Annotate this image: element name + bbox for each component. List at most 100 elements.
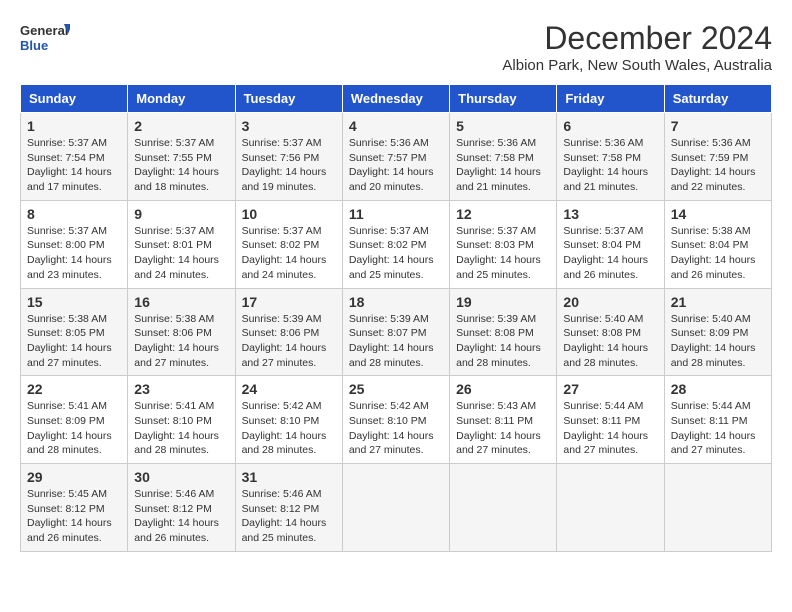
calendar-cell: 17 Sunrise: 5:39 AM Sunset: 8:06 PM Dayli… [235, 288, 342, 376]
day-info: Sunrise: 5:39 AM Sunset: 8:06 PM Dayligh… [242, 312, 336, 371]
day-number: 28 [671, 381, 765, 397]
day-header-monday: Monday [128, 85, 235, 113]
day-header-friday: Friday [557, 85, 664, 113]
calendar-cell: 3Sunrise: 5:37 AM Sunset: 7:56 PM Daylig… [235, 113, 342, 201]
day-info: Sunrise: 5:46 AM Sunset: 8:12 PM Dayligh… [242, 487, 336, 546]
calendar-cell: 2Sunrise: 5:37 AM Sunset: 7:55 PM Daylig… [128, 113, 235, 201]
calendar-cell: 28 Sunrise: 5:44 AM Sunset: 8:11 PM Dayli… [664, 376, 771, 464]
calendar-cell: 4 Sunrise: 5:36 AM Sunset: 7:57 PM Daylig… [342, 113, 449, 201]
calendar-cell: 12Sunrise: 5:37 AM Sunset: 8:03 PM Dayli… [450, 200, 557, 288]
calendar-cell: 21 Sunrise: 5:40 AM Sunset: 8:09 PM Dayli… [664, 288, 771, 376]
calendar-cell: 15 Sunrise: 5:38 AM Sunset: 8:05 PM Dayli… [21, 288, 128, 376]
calendar-cell: 31 Sunrise: 5:46 AM Sunset: 8:12 PM Dayli… [235, 464, 342, 552]
calendar-cell: 9Sunrise: 5:37 AM Sunset: 8:01 PM Daylig… [128, 200, 235, 288]
calendar-cell [664, 464, 771, 552]
calendar-row-4: 22Sunrise: 5:41 AM Sunset: 8:09 PM Dayli… [21, 376, 772, 464]
day-number: 17 [242, 294, 336, 310]
calendar-cell: 14Sunrise: 5:38 AM Sunset: 8:04 PM Dayli… [664, 200, 771, 288]
day-number: 16 [134, 294, 228, 310]
calendar-cell: 22Sunrise: 5:41 AM Sunset: 8:09 PM Dayli… [21, 376, 128, 464]
day-info: Sunrise: 5:44 AM Sunset: 8:11 PM Dayligh… [671, 399, 765, 458]
day-number: 19 [456, 294, 550, 310]
day-number: 10 [242, 206, 336, 222]
calendar-cell: 16 Sunrise: 5:38 AM Sunset: 8:06 PM Dayli… [128, 288, 235, 376]
day-info: Sunrise: 5:38 AM Sunset: 8:06 PM Dayligh… [134, 312, 228, 371]
day-info: Sunrise: 5:46 AM Sunset: 8:12 PM Dayligh… [134, 487, 228, 546]
day-info: Sunrise: 5:36 AM Sunset: 7:59 PM Dayligh… [671, 136, 765, 195]
day-header-thursday: Thursday [450, 85, 557, 113]
day-info: Sunrise: 5:37 AM Sunset: 7:55 PM Dayligh… [134, 136, 228, 195]
calendar-cell: 27 Sunrise: 5:44 AM Sunset: 8:11 PM Dayli… [557, 376, 664, 464]
day-info: Sunrise: 5:37 AM Sunset: 8:02 PM Dayligh… [349, 224, 443, 283]
logo-svg: General Blue [20, 20, 70, 60]
calendar-title: December 2024 [502, 20, 772, 57]
day-info: Sunrise: 5:40 AM Sunset: 8:08 PM Dayligh… [563, 312, 657, 371]
calendar-cell [342, 464, 449, 552]
calendar-row-5: 29Sunrise: 5:45 AM Sunset: 8:12 PM Dayli… [21, 464, 772, 552]
calendar-cell: 29Sunrise: 5:45 AM Sunset: 8:12 PM Dayli… [21, 464, 128, 552]
calendar-cell: 25Sunrise: 5:42 AM Sunset: 8:10 PM Dayli… [342, 376, 449, 464]
day-info: Sunrise: 5:37 AM Sunset: 7:54 PM Dayligh… [27, 136, 121, 195]
svg-text:General: General [20, 23, 68, 38]
day-number: 5 [456, 118, 550, 134]
day-number: 21 [671, 294, 765, 310]
day-info: Sunrise: 5:37 AM Sunset: 8:04 PM Dayligh… [563, 224, 657, 283]
day-info: Sunrise: 5:36 AM Sunset: 7:57 PM Dayligh… [349, 136, 443, 195]
day-number: 30 [134, 469, 228, 485]
calendar-cell: 30 Sunrise: 5:46 AM Sunset: 8:12 PM Dayli… [128, 464, 235, 552]
day-number: 24 [242, 381, 336, 397]
day-header-wednesday: Wednesday [342, 85, 449, 113]
day-info: Sunrise: 5:42 AM Sunset: 8:10 PM Dayligh… [242, 399, 336, 458]
day-number: 20 [563, 294, 657, 310]
day-number: 12 [456, 206, 550, 222]
day-info: Sunrise: 5:43 AM Sunset: 8:11 PM Dayligh… [456, 399, 550, 458]
calendar-row-3: 15 Sunrise: 5:38 AM Sunset: 8:05 PM Dayli… [21, 288, 772, 376]
day-info: Sunrise: 5:36 AM Sunset: 7:58 PM Dayligh… [563, 136, 657, 195]
header-row: SundayMondayTuesdayWednesdayThursdayFrid… [21, 85, 772, 113]
calendar-cell: 24 Sunrise: 5:42 AM Sunset: 8:10 PM Dayli… [235, 376, 342, 464]
calendar-table: SundayMondayTuesdayWednesdayThursdayFrid… [20, 84, 772, 552]
day-number: 29 [27, 469, 121, 485]
day-info: Sunrise: 5:41 AM Sunset: 8:10 PM Dayligh… [134, 399, 228, 458]
day-header-saturday: Saturday [664, 85, 771, 113]
calendar-cell: 6 Sunrise: 5:36 AM Sunset: 7:58 PM Daylig… [557, 113, 664, 201]
calendar-cell: 5 Sunrise: 5:36 AM Sunset: 7:58 PM Daylig… [450, 113, 557, 201]
day-number: 27 [563, 381, 657, 397]
page-header: General Blue December 2024 Albion Park, … [20, 20, 772, 74]
day-number: 25 [349, 381, 443, 397]
title-area: December 2024 Albion Park, New South Wal… [502, 20, 772, 74]
day-number: 4 [349, 118, 443, 134]
day-info: Sunrise: 5:40 AM Sunset: 8:09 PM Dayligh… [671, 312, 765, 371]
day-info: Sunrise: 5:41 AM Sunset: 8:09 PM Dayligh… [27, 399, 121, 458]
day-number: 26 [456, 381, 550, 397]
day-number: 13 [563, 206, 657, 222]
day-number: 7 [671, 118, 765, 134]
day-info: Sunrise: 5:44 AM Sunset: 8:11 PM Dayligh… [563, 399, 657, 458]
day-number: 15 [27, 294, 121, 310]
day-number: 23 [134, 381, 228, 397]
calendar-cell: 8Sunrise: 5:37 AM Sunset: 8:00 PM Daylig… [21, 200, 128, 288]
day-info: Sunrise: 5:36 AM Sunset: 7:58 PM Dayligh… [456, 136, 550, 195]
day-number: 31 [242, 469, 336, 485]
calendar-cell [450, 464, 557, 552]
calendar-cell [557, 464, 664, 552]
calendar-cell: 10Sunrise: 5:37 AM Sunset: 8:02 PM Dayli… [235, 200, 342, 288]
calendar-cell: 11 Sunrise: 5:37 AM Sunset: 8:02 PM Dayli… [342, 200, 449, 288]
day-number: 3 [242, 118, 336, 134]
day-number: 18 [349, 294, 443, 310]
day-number: 6 [563, 118, 657, 134]
calendar-cell: 19Sunrise: 5:39 AM Sunset: 8:08 PM Dayli… [450, 288, 557, 376]
calendar-cell: 23 Sunrise: 5:41 AM Sunset: 8:10 PM Dayli… [128, 376, 235, 464]
calendar-cell: 13 Sunrise: 5:37 AM Sunset: 8:04 PM Dayli… [557, 200, 664, 288]
calendar-cell: 20 Sunrise: 5:40 AM Sunset: 8:08 PM Dayli… [557, 288, 664, 376]
day-number: 14 [671, 206, 765, 222]
logo: General Blue [20, 20, 70, 60]
calendar-cell: 18 Sunrise: 5:39 AM Sunset: 8:07 PM Dayli… [342, 288, 449, 376]
calendar-cell: 7 Sunrise: 5:36 AM Sunset: 7:59 PM Daylig… [664, 113, 771, 201]
calendar-row-2: 8Sunrise: 5:37 AM Sunset: 8:00 PM Daylig… [21, 200, 772, 288]
day-info: Sunrise: 5:37 AM Sunset: 8:01 PM Dayligh… [134, 224, 228, 283]
day-info: Sunrise: 5:38 AM Sunset: 8:05 PM Dayligh… [27, 312, 121, 371]
day-number: 11 [349, 206, 443, 222]
day-info: Sunrise: 5:39 AM Sunset: 8:07 PM Dayligh… [349, 312, 443, 371]
day-header-tuesday: Tuesday [235, 85, 342, 113]
